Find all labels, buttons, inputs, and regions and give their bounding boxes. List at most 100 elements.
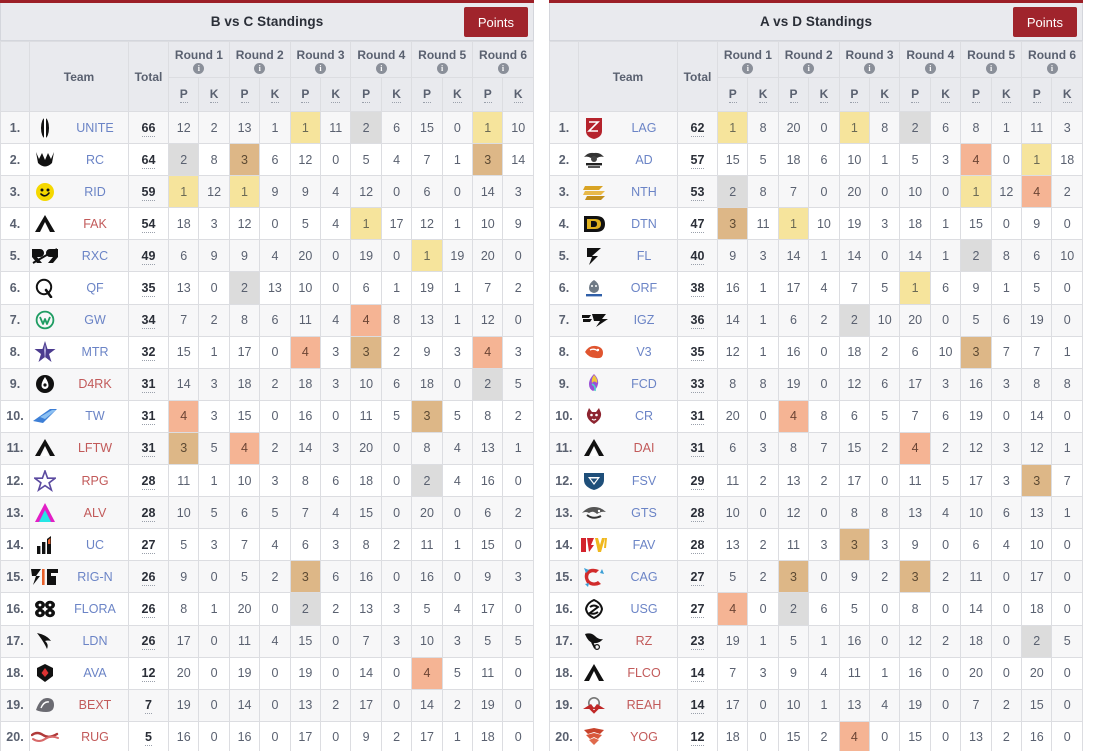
team-name-link[interactable]: UNITE [64, 121, 128, 135]
row-team[interactable]: GW [29, 303, 129, 337]
header-round-6-kills[interactable]: K [502, 77, 534, 112]
header-round-3-points[interactable]: P [289, 77, 322, 112]
table-row[interactable]: 12. FSV 29 11 2 13 2 17 0 11 5 17 3 3 7 [549, 464, 1083, 498]
row-team[interactable]: AVA [29, 656, 129, 690]
row-team[interactable]: FLCO [578, 656, 678, 690]
table-row[interactable]: 13. ALV 28 10 5 6 5 7 4 15 0 20 0 6 2 [0, 496, 534, 530]
row-team[interactable]: FSV [578, 464, 678, 498]
round-info-icon[interactable]: i [375, 62, 387, 74]
row-team[interactable]: LAG [578, 110, 678, 145]
row-team[interactable]: V3 [578, 335, 678, 369]
team-name-link[interactable]: RUG [64, 730, 128, 744]
round-info-icon[interactable]: i [803, 62, 815, 74]
table-row[interactable]: 12. RPG 28 11 1 10 3 8 6 18 0 2 4 16 0 [0, 464, 534, 498]
table-row[interactable]: 11. DAI 31 6 3 8 7 15 2 4 2 12 3 12 1 [549, 431, 1083, 466]
header-round-4-points[interactable]: P [899, 77, 931, 112]
team-name-link[interactable]: FCD [613, 377, 677, 391]
table-row[interactable]: 11. LFTW 31 3 5 4 2 14 3 20 0 8 4 13 1 [0, 431, 534, 466]
points-toggle-button[interactable]: Points [1012, 7, 1077, 37]
round-info-icon[interactable]: i [254, 62, 266, 74]
round-info-icon[interactable]: i [864, 62, 876, 74]
table-row[interactable]: 5. RXC 49 6 9 9 4 20 0 19 0 1 19 20 0 [0, 239, 534, 273]
row-team[interactable]: GTS [578, 496, 678, 530]
team-name-link[interactable]: FL [613, 249, 677, 263]
row-team[interactable]: RID [29, 175, 129, 209]
team-name-link[interactable]: QF [64, 281, 128, 295]
table-row[interactable]: 17. LDN 26 17 0 11 4 15 0 7 3 10 3 5 5 [0, 624, 534, 658]
row-team[interactable]: CAG [578, 560, 678, 594]
team-name-link[interactable]: D4RK [64, 377, 128, 391]
table-row[interactable]: 20. YOG 12 18 0 15 2 4 0 15 0 13 2 16 0 [549, 720, 1083, 751]
row-team[interactable]: AD [578, 143, 678, 177]
table-row[interactable]: 18. FLCO 14 7 3 9 4 11 1 16 0 20 0 20 0 [549, 656, 1083, 690]
team-name-link[interactable]: FLCO [613, 666, 677, 680]
round-info-icon[interactable]: i [985, 62, 997, 74]
team-name-link[interactable]: ORF [613, 281, 677, 295]
team-name-link[interactable]: RZ [613, 634, 677, 648]
table-row[interactable]: 18. AVA 12 20 0 19 0 19 0 14 0 4 5 11 0 [0, 656, 534, 690]
table-row[interactable]: 17. RZ 23 19 1 5 1 16 0 12 2 18 0 2 5 [549, 624, 1083, 658]
points-toggle-button[interactable]: Points [463, 7, 528, 37]
row-team[interactable]: MTR [29, 335, 129, 369]
header-round-5-points[interactable]: P [960, 77, 992, 112]
table-row[interactable]: 6. ORF 38 16 1 17 4 7 5 1 6 9 1 5 0 [549, 271, 1083, 305]
team-name-link[interactable]: AD [613, 153, 677, 167]
team-name-link[interactable]: V3 [613, 345, 677, 359]
row-team[interactable]: RZ [578, 624, 678, 658]
header-round-4-points[interactable]: P [350, 77, 382, 112]
team-name-link[interactable]: MTR [64, 345, 128, 359]
row-team[interactable]: QF [29, 271, 129, 305]
table-row[interactable]: 15. RIG-N 26 9 0 5 2 3 6 16 0 16 0 9 3 [0, 560, 534, 594]
table-row[interactable]: 3. NTH 53 2 8 7 0 20 0 10 0 1 12 4 2 [549, 175, 1083, 209]
header-round-5-kills[interactable]: K [990, 77, 1023, 112]
row-team[interactable]: IGZ [578, 303, 678, 337]
row-team[interactable]: UC [29, 528, 129, 562]
table-row[interactable]: 15. CAG 27 5 2 3 0 9 2 3 2 11 0 17 0 [549, 560, 1083, 594]
table-row[interactable]: 2. AD 57 15 5 18 6 10 1 5 3 4 0 1 18 [549, 143, 1083, 177]
table-row[interactable]: 1. LAG 62 1 8 20 0 1 8 2 6 8 1 11 3 [549, 110, 1083, 145]
row-team[interactable]: D4RK [29, 367, 129, 401]
row-team[interactable]: FAK [29, 207, 129, 241]
row-team[interactable]: FCD [578, 367, 678, 401]
table-row[interactable]: 19. BEXT 7 19 0 14 0 13 2 17 0 14 2 19 0 [0, 688, 534, 722]
team-name-link[interactable]: GTS [613, 506, 677, 520]
row-team[interactable]: LDN [29, 624, 129, 658]
header-round-1-kills[interactable]: K [747, 77, 779, 112]
team-name-link[interactable]: TW [64, 409, 128, 423]
row-team[interactable]: FLORA [29, 592, 129, 626]
row-team[interactable]: BEXT [29, 688, 129, 722]
header-round-6-points[interactable]: P [472, 77, 504, 112]
team-name-link[interactable]: GW [64, 313, 128, 327]
team-name-link[interactable]: YOG [613, 730, 677, 744]
table-row[interactable]: 8. MTR 32 15 1 17 0 4 3 3 2 9 3 4 3 [0, 335, 534, 369]
header-round-2-kills[interactable]: K [259, 77, 291, 112]
header-round-6-kills[interactable]: K [1051, 77, 1083, 112]
table-row[interactable]: 20. RUG 5 16 0 16 0 17 0 9 2 17 1 18 0 [0, 720, 534, 751]
row-team[interactable]: USG [578, 592, 678, 626]
table-row[interactable]: 14. FAV 28 13 2 11 3 3 3 9 0 6 4 10 0 [549, 528, 1083, 562]
table-row[interactable]: 6. QF 35 13 0 2 13 10 0 6 1 19 1 7 2 [0, 271, 534, 305]
round-info-icon[interactable]: i [924, 62, 936, 74]
table-row[interactable]: 14. UC 27 5 3 7 4 6 3 8 2 11 1 15 0 [0, 528, 534, 562]
row-team[interactable]: REAH [578, 688, 678, 722]
header-round-3-kills[interactable]: K [320, 77, 352, 112]
header-round-5-points[interactable]: P [411, 77, 443, 112]
row-team[interactable]: RIG-N [29, 560, 129, 594]
table-row[interactable]: 3. RID 59 1 12 1 9 9 4 12 0 6 0 14 3 [0, 175, 534, 209]
team-name-link[interactable]: RID [64, 185, 128, 199]
team-name-link[interactable]: BEXT [64, 698, 128, 712]
team-name-link[interactable]: RPG [64, 474, 128, 488]
row-team[interactable]: CR [578, 399, 678, 433]
row-team[interactable]: UNITE [29, 110, 129, 145]
row-team[interactable]: YOG [578, 720, 678, 751]
team-name-link[interactable]: RIG-N [64, 570, 128, 584]
table-row[interactable]: 16. FLORA 26 8 1 20 0 2 2 13 3 5 4 17 0 [0, 592, 534, 626]
header-round-1-points[interactable]: P [167, 77, 200, 112]
header-team[interactable]: Team [29, 41, 129, 112]
row-team[interactable]: DTN [578, 207, 678, 241]
table-row[interactable]: 4. FAK 54 18 3 12 0 5 4 1 17 12 1 10 9 [0, 207, 534, 241]
header-round-2-points[interactable]: P [777, 77, 810, 112]
header-round-5-kills[interactable]: K [441, 77, 474, 112]
table-row[interactable]: 19. REAH 14 17 0 10 1 13 4 19 0 7 2 15 0 [549, 688, 1083, 722]
row-team[interactable]: LFTW [29, 431, 129, 466]
